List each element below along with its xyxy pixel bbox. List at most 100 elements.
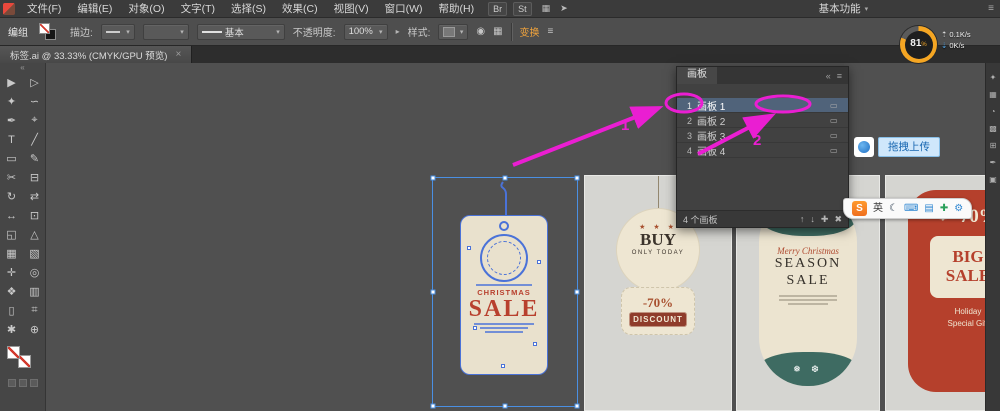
fill-stroke-widget[interactable] [36,22,62,42]
fill-stroke-swatches[interactable] [0,343,45,375]
ime-icon[interactable]: ⚙ [954,204,963,214]
align-options-icon[interactable]: ▦ [493,26,502,37]
tool-button[interactable]: ▦ [0,244,23,263]
new-artboard-icon[interactable]: ✚ [821,214,829,225]
network-monitor-widget[interactable]: 81 % ⇡ 0.1K/s ⇣ 0K/s [900,26,971,63]
menu-item[interactable]: 视图(V) [326,0,377,18]
stroke-color-select[interactable]: ▾ [101,24,135,40]
artboard-icon[interactable]: ▭ [830,116,848,125]
opacity-panel-arrow-icon[interactable]: ▸ [396,27,400,36]
panel-menu-icon[interactable]: ≡ [837,71,842,81]
tool-button[interactable]: ⊟ [23,168,46,187]
artboard-name[interactable]: 画板 2 [697,113,830,128]
workspace-switcher[interactable]: 基本功能 ▾ [819,1,869,16]
selection-handle[interactable] [575,176,580,181]
style-select[interactable]: ▾ [438,24,468,40]
tool-button[interactable]: ▧ [23,244,46,263]
fill-swatch[interactable] [7,346,20,359]
dock-panel-icon[interactable]: ▦ [989,91,997,99]
tool-button[interactable]: ✦ [0,92,23,111]
artboard-name[interactable]: 画板 3 [697,128,830,143]
tool-button[interactable]: ↔ [0,206,23,225]
artboard-row[interactable]: 4 画板 4 ▭ [677,143,848,158]
bridge-button[interactable]: Br [488,2,507,16]
drawing-mode-buttons[interactable] [0,379,45,387]
ime-toolbar[interactable]: S 英☾⌨▤✚⚙ [843,198,972,219]
tool-button[interactable]: ✂ [0,168,23,187]
tool-button[interactable]: ▯ [0,301,23,320]
arrange-documents-icon[interactable]: ▦ [542,3,551,14]
menu-bar-options-icon[interactable]: ≡ [988,3,994,14]
selection-handle[interactable] [431,176,436,181]
tool-button[interactable]: ⌗ [23,301,46,320]
delete-artboard-icon[interactable]: ✖ [834,214,842,225]
tool-button[interactable]: ✒ [0,111,23,130]
artboard-row[interactable]: 1 画板 1 ▭ [677,98,848,113]
ime-logo-icon[interactable]: S [852,201,867,216]
drag-upload-widget[interactable]: 拖拽上传 [854,137,940,157]
tool-button[interactable]: ⇄ [23,187,46,206]
artboard-row[interactable]: 3 画板 3 ▭ [677,128,848,143]
share-icon[interactable]: ➤ [560,3,568,14]
fill-swatch[interactable] [39,23,50,34]
document-tab[interactable]: 标签.ai @ 33.33% (CMYK/GPU 预览) × [0,46,192,63]
tool-button[interactable]: ╱ [23,130,46,149]
dock-panel-icon[interactable]: ◔ [991,108,996,116]
selection-handle[interactable] [431,290,436,295]
artboard-icon[interactable]: ▭ [830,131,848,140]
menu-item[interactable]: 编辑(E) [69,0,120,18]
tool-button[interactable]: ⊕ [23,320,46,339]
brush-select[interactable]: 基本 ▾ [197,24,285,40]
tool-button[interactable]: ⌖ [23,111,46,130]
collapse-panel-icon[interactable]: « [826,71,831,81]
menu-item[interactable]: 帮助(H) [431,0,483,18]
menu-item[interactable]: 文字(T) [173,0,223,18]
tool-button[interactable]: ◱ [0,225,23,244]
dock-panel-icon[interactable]: ▩ [989,125,997,133]
artboard-name[interactable]: 画板 1 [697,98,830,113]
stock-button[interactable]: St [513,2,532,16]
menu-item[interactable]: 效果(C) [274,0,326,18]
tool-button[interactable]: ❖ [0,282,23,301]
tool-button[interactable]: △ [23,225,46,244]
artboard-icon[interactable]: ▭ [830,146,848,155]
tool-button[interactable]: ✛ [0,263,23,282]
selection-handle[interactable] [431,404,436,409]
stroke-width-select[interactable]: ▾ [143,24,189,40]
menu-item[interactable]: 文件(F) [19,0,69,18]
tool-button[interactable]: ◎ [23,263,46,282]
ime-icon[interactable]: ☾ [889,204,898,214]
artboard-row[interactable]: 2 画板 2 ▭ [677,113,848,128]
tool-button[interactable]: ▷ [23,73,46,92]
artboards-panel-tab[interactable]: 画板 [677,67,717,84]
artboard-icon[interactable]: ▭ [830,101,848,110]
transform-link[interactable]: 变换 [520,24,540,39]
dock-panel-icon[interactable]: ⊞ [990,142,997,150]
tool-button[interactable]: ✱ [0,320,23,339]
dock-panel-icon[interactable]: ✦ [990,74,997,82]
dock-panel-icon[interactable]: ▣ [989,176,997,184]
selection-handle[interactable] [503,404,508,409]
close-icon[interactable]: × [175,49,181,60]
recolor-artwork-icon[interactable]: ◉ [476,26,485,37]
ime-icon[interactable]: ✚ [940,204,948,214]
cloud-upload-icon[interactable] [854,137,874,157]
drag-upload-button[interactable]: 拖拽上传 [878,137,940,157]
tool-button[interactable]: ▶ [0,73,23,92]
tool-button[interactable]: T [0,130,23,149]
selection-handle[interactable] [575,290,580,295]
ime-icon[interactable]: ⌨ [904,204,918,214]
menu-item[interactable]: 对象(O) [120,0,172,18]
move-up-icon[interactable]: ↑ [800,214,805,225]
tool-button[interactable]: ✎ [23,149,46,168]
artboard-name[interactable]: 画板 4 [697,143,830,158]
tool-button[interactable]: ↻ [0,187,23,206]
move-down-icon[interactable]: ↓ [810,214,815,225]
ime-icon[interactable]: 英 [873,204,883,214]
selection-handle[interactable] [575,404,580,409]
more-options-icon[interactable]: ≡ [548,26,554,37]
dock-panel-icon[interactable]: ✒ [990,159,997,167]
usage-gauge[interactable]: 81 % [900,26,937,63]
tag1-string-path[interactable] [495,180,517,216]
opacity-input[interactable]: 100% ▾ [344,24,388,40]
